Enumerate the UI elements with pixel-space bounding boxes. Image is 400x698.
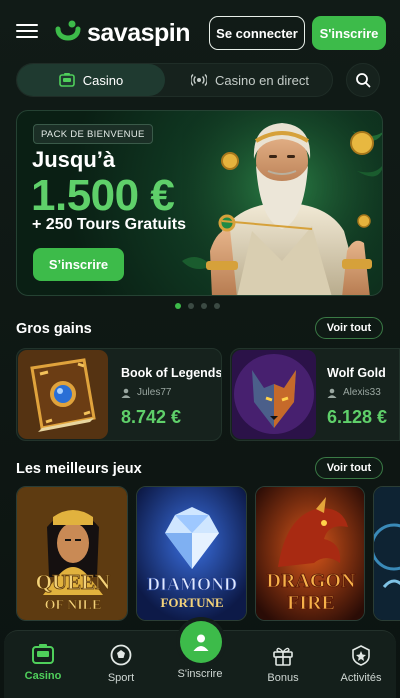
win-amount: 6.128 €: [327, 407, 388, 427]
win-username: Jules77: [137, 387, 172, 398]
nav-signup-label: S'inscrire: [177, 668, 223, 680]
nav-sport[interactable]: Sport: [82, 631, 160, 698]
slot-machine-icon: [32, 644, 54, 664]
win-card[interactable]: Wolf Gold Alexis33 6.128 €: [230, 348, 400, 441]
win-game-name: Book of Legends: [121, 366, 222, 380]
game-title-line2: FIRE: [287, 592, 335, 614]
book-of-legends-thumbnail: [18, 350, 108, 439]
game-title-line1: DIAMOND: [147, 574, 237, 594]
top-header: savaspin Se connecter S'inscrire: [0, 0, 400, 64]
win-amount: 8.742 €: [121, 407, 182, 427]
win-user: Jules77: [121, 387, 171, 398]
carousel-dot[interactable]: [214, 303, 220, 309]
game-title-line2: FORTUNE: [160, 595, 223, 610]
tab-live-casino[interactable]: Casino en direct: [167, 64, 333, 96]
badge-icon: [352, 645, 370, 666]
search-icon: [356, 73, 371, 88]
brand-logo[interactable]: savaspin: [55, 17, 191, 49]
big-wins-see-all-button[interactable]: Voir tout: [315, 317, 383, 339]
hero-title: Jusqu’à: [32, 147, 116, 172]
carousel-dot[interactable]: [175, 303, 181, 309]
user-icon: [121, 388, 131, 398]
zeus-illustration: [182, 111, 382, 295]
game-tile-partial[interactable]: [373, 486, 400, 621]
hamburger-menu-icon[interactable]: [14, 20, 40, 44]
nav-activities-label: Activités: [340, 672, 382, 684]
category-tabs: Casino Casino en direct: [16, 63, 333, 97]
welcome-pack-badge: PACK DE BIENVENUE: [33, 124, 153, 144]
game-title-line1: QUEEN: [36, 570, 111, 594]
soccer-ball-icon: [110, 644, 132, 666]
game-tile-diamond-fortune[interactable]: DIAMOND FORTUNE: [136, 486, 247, 621]
tab-live-label: Casino en direct: [215, 72, 309, 88]
big-wins-title: Gros gains: [16, 321, 92, 337]
win-card[interactable]: Book of Legends Jules77 8.742 €: [16, 348, 222, 441]
carousel-dot[interactable]: [188, 303, 194, 309]
win-username: Alexis33: [343, 387, 381, 398]
hero-subtitle: + 250 Tours Gratuits: [32, 216, 186, 233]
nav-activities[interactable]: Activités: [322, 631, 400, 698]
tab-casino-label: Casino: [82, 72, 124, 88]
nav-bonus[interactable]: Bonus: [244, 631, 322, 698]
signup-button[interactable]: S'inscrire: [312, 16, 386, 50]
nav-casino[interactable]: Casino: [4, 631, 82, 698]
nav-bonus-label: Bonus: [267, 672, 299, 684]
slot-machine-icon: [58, 73, 75, 87]
game-tile-dragon-fire[interactable]: DRAGON FIRE: [255, 486, 365, 621]
gift-icon: [273, 647, 293, 666]
user-icon: [193, 634, 209, 651]
top-games-title: Les meilleurs jeux: [16, 461, 142, 477]
win-game-name: Wolf Gold: [327, 366, 386, 380]
logo-mark-icon: [55, 20, 81, 41]
game-title-line1: DRAGON: [267, 570, 356, 592]
bottom-navigation: Casino Sport S'inscrire Bonus Activités: [4, 621, 396, 698]
nav-signup-button[interactable]: [180, 621, 222, 663]
brand-name: savaspin: [87, 18, 191, 47]
search-button[interactable]: [346, 63, 380, 97]
hero-signup-button[interactable]: S’inscrire: [33, 248, 124, 281]
live-broadcast-icon: [191, 74, 208, 86]
nav-casino-label: Casino: [24, 670, 62, 682]
carousel-dots: [175, 303, 227, 309]
top-games-see-all-button[interactable]: Voir tout: [315, 457, 383, 479]
login-button[interactable]: Se connecter: [209, 16, 305, 50]
game-tile-queen-of-nile[interactable]: QUEEN OF NILE: [16, 486, 128, 621]
welcome-banner[interactable]: PACK DE BIENVENUE Jusqu’à 1.500 € + 250 …: [16, 110, 383, 296]
wolf-gold-thumbnail: [232, 350, 316, 439]
win-user: Alexis33: [327, 387, 381, 398]
tab-casino[interactable]: Casino: [17, 64, 165, 96]
nav-sport-label: Sport: [107, 672, 135, 684]
game-title-line2: OF NILE: [45, 598, 102, 613]
app-root: savaspin Se connecter S'inscrire Casino …: [0, 0, 400, 698]
hero-amount: 1.500 €: [31, 171, 175, 220]
user-icon: [327, 388, 337, 398]
carousel-dot[interactable]: [201, 303, 207, 309]
